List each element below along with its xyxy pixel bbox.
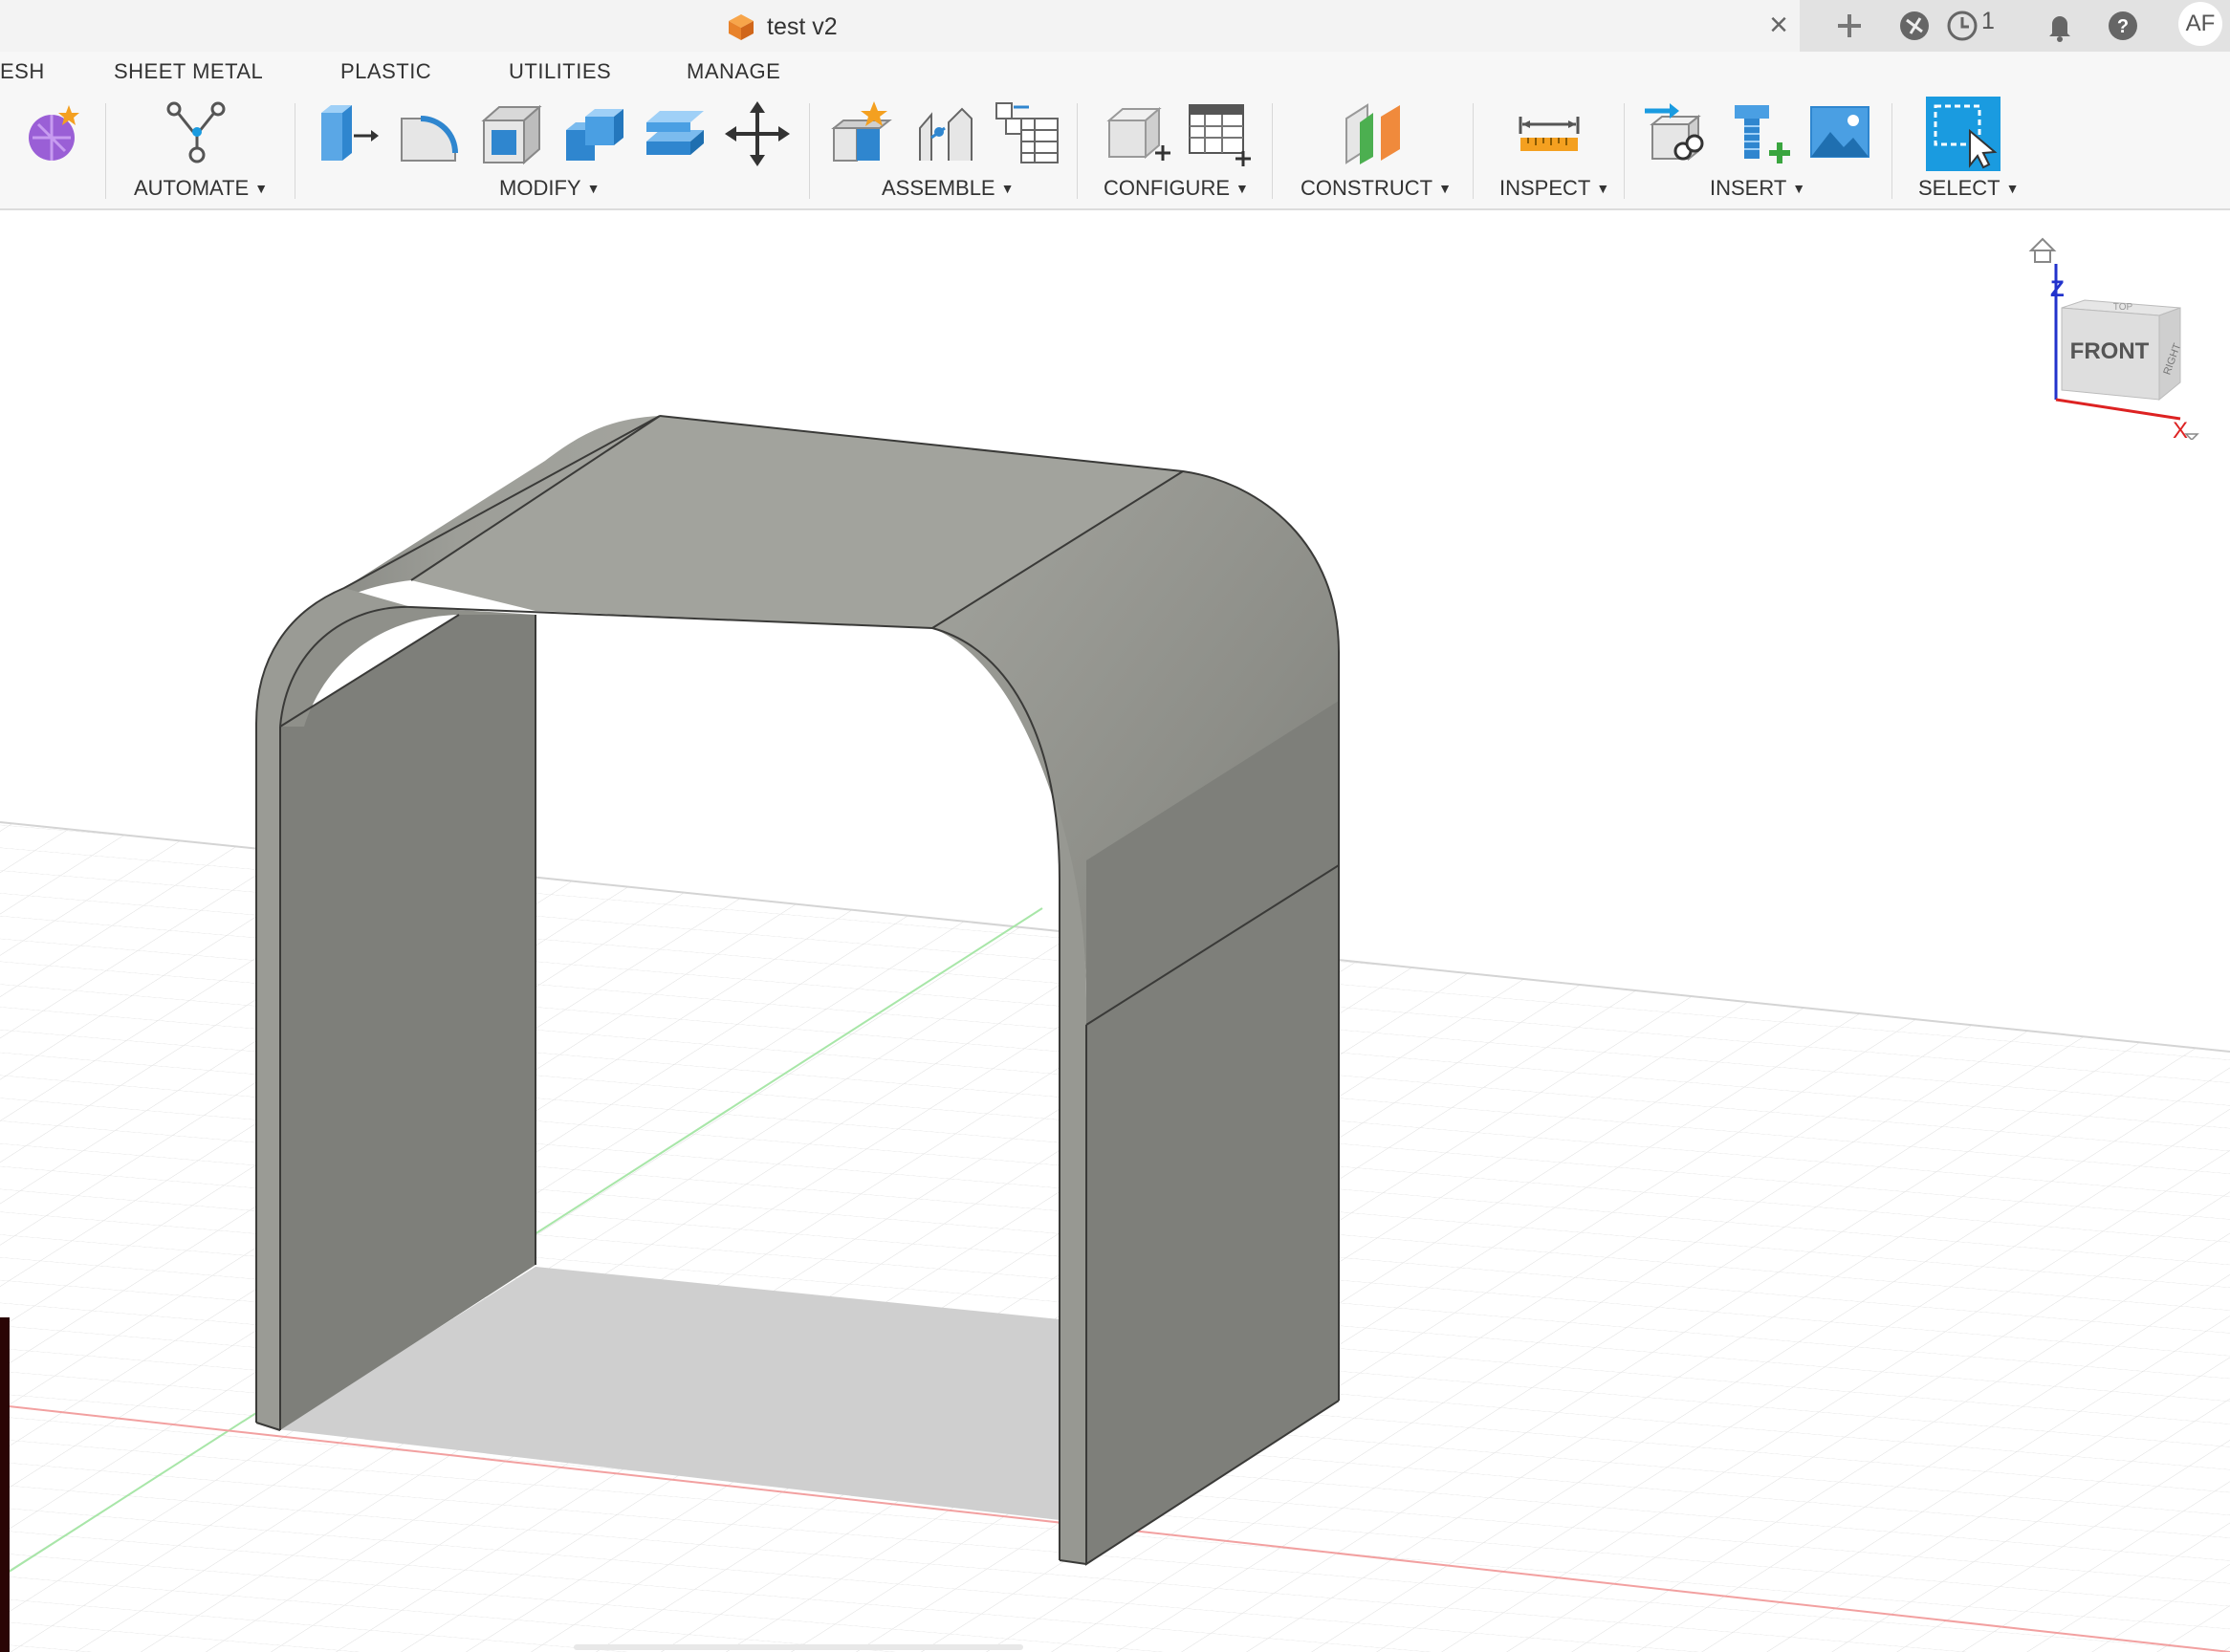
automate-menu[interactable]: AUTOMATE ▼ <box>134 176 268 201</box>
home-view-icon[interactable] <box>2028 237 2057 263</box>
user-avatar[interactable]: AF <box>2178 2 2222 46</box>
select-menu[interactable]: SELECT ▼ <box>1918 176 2019 201</box>
job-status-clock-icon[interactable] <box>1943 7 1981 45</box>
separator <box>809 103 810 199</box>
configure-menu[interactable]: CONFIGURE ▼ <box>1104 176 1249 201</box>
inspect-label: INSPECT <box>1499 176 1591 200</box>
extensions-icon[interactable] <box>1895 7 1934 45</box>
automate-icon[interactable] <box>163 99 231 168</box>
x-axis-indicator <box>2055 398 2181 421</box>
toolbar: AUTOMATE ▼ MODIFY ▼ ASSEMBLE ▼ CONFIGURE ▼ <box>0 92 2230 210</box>
press-pull-icon[interactable] <box>312 99 381 168</box>
modify-menu[interactable]: MODIFY ▼ <box>499 176 600 201</box>
tab-plastic[interactable]: PLASTIC <box>340 59 431 84</box>
fillet-icon[interactable] <box>394 99 463 168</box>
select-tool-icon[interactable] <box>1926 97 2000 171</box>
automate-label: AUTOMATE <box>134 176 250 200</box>
z-axis-label: Z <box>2050 276 2065 302</box>
help-icon[interactable]: ? <box>2104 7 2142 45</box>
inspect-menu[interactable]: INSPECT ▼ <box>1499 176 1609 201</box>
document-title: test v2 <box>767 12 838 40</box>
cube-top-label: TOP <box>2113 302 2133 313</box>
configure-label: CONFIGURE <box>1104 176 1230 200</box>
offset-face-icon[interactable] <box>641 99 710 168</box>
x-axis-label: X <box>2173 418 2188 440</box>
separator <box>1891 103 1892 199</box>
configure-table-icon[interactable] <box>1102 99 1170 168</box>
notifications-bell-icon[interactable] <box>2041 7 2079 45</box>
job-count: 1 <box>1981 8 1995 34</box>
document-tab[interactable]: test v2 <box>727 10 838 44</box>
separator <box>1272 103 1273 199</box>
tab-mesh[interactable]: ESH <box>0 59 45 84</box>
create-form-icon[interactable] <box>19 99 88 168</box>
shell-icon[interactable] <box>476 99 545 168</box>
left-edge-window-strip <box>0 1317 10 1652</box>
joint-icon[interactable] <box>910 99 979 168</box>
measure-icon[interactable] <box>1515 99 1584 168</box>
document-cube-icon <box>729 14 754 40</box>
insert-label: INSERT <box>1710 176 1787 200</box>
assemble-label: ASSEMBLE <box>882 176 995 200</box>
header-right-icons: 1 ? AF <box>1800 0 2230 52</box>
new-tab-plus-icon[interactable] <box>1830 7 1869 45</box>
modify-label: MODIFY <box>499 176 581 200</box>
separator <box>1473 103 1474 199</box>
insert-mcmaster-icon[interactable] <box>1723 99 1792 168</box>
offset-plane-icon[interactable] <box>1339 99 1408 168</box>
separator <box>1077 103 1078 199</box>
construct-label: CONSTRUCT <box>1301 176 1433 200</box>
insert-derive-icon[interactable] <box>1641 99 1710 168</box>
model-scene[interactable] <box>0 210 2230 1652</box>
tab-sheet-metal[interactable]: SHEET METAL <box>114 59 263 84</box>
tab-utilities[interactable]: UTILITIES <box>509 59 611 84</box>
canvas-viewport[interactable]: Z X FRONT RIGHT TOP <box>0 210 2230 1652</box>
workspace-tabs: ESH SHEET METAL PLASTIC UTILITIES MANAGE <box>0 52 2230 92</box>
separator <box>105 103 106 199</box>
insert-menu[interactable]: INSERT ▼ <box>1710 176 1805 201</box>
bottom-scroll-indicator[interactable] <box>574 1644 1023 1650</box>
bill-of-materials-icon[interactable] <box>993 99 1061 168</box>
move-copy-icon[interactable] <box>723 99 792 168</box>
separator <box>1624 103 1625 199</box>
title-bar: test v2 × 1 ? AF <box>0 0 2230 52</box>
insert-canvas-icon[interactable] <box>1805 99 1874 168</box>
combine-icon[interactable] <box>558 99 627 168</box>
svg-text:?: ? <box>2117 16 2129 37</box>
view-cube[interactable]: Z X FRONT RIGHT TOP <box>2027 229 2199 444</box>
cube-front-label: FRONT <box>2070 338 2150 364</box>
select-label: SELECT <box>1918 176 2000 200</box>
new-component-icon[interactable] <box>826 99 895 168</box>
tab-manage[interactable]: MANAGE <box>687 59 780 84</box>
configuration-rules-icon[interactable] <box>1184 99 1253 168</box>
construct-menu[interactable]: CONSTRUCT ▼ <box>1301 176 1452 201</box>
assemble-menu[interactable]: ASSEMBLE ▼ <box>882 176 1014 201</box>
close-tab-icon[interactable]: × <box>1760 6 1798 44</box>
